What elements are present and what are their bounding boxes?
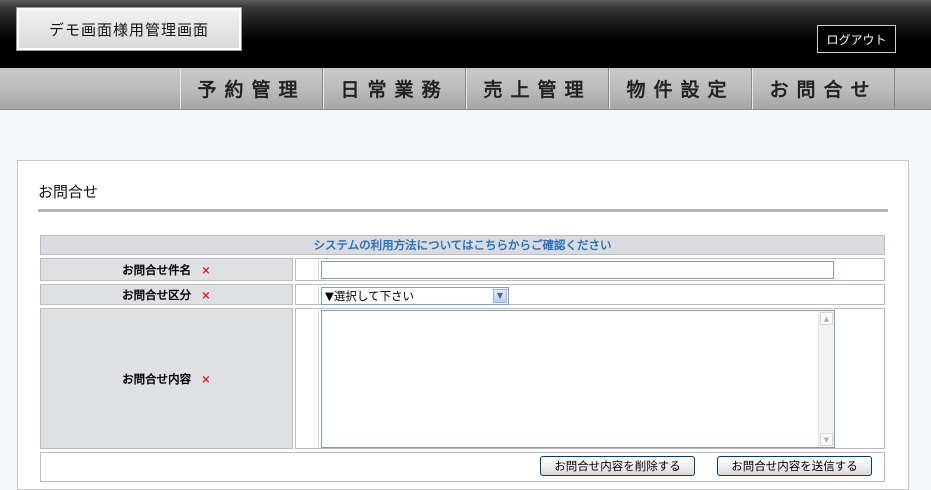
scroll-up-icon[interactable]: ▲ [820, 312, 833, 325]
category-label-cell: お問合せ区分 × [40, 284, 293, 305]
main-nav: 予約管理 日常業務 売上管理 物件設定 お問合せ [0, 68, 931, 110]
title-divider [38, 209, 888, 212]
inquiry-panel: お問合せ システムの利用方法についてはこちらからご確認ください お問合せ件名 ×… [17, 160, 909, 490]
category-select[interactable]: ▼選択して下さい ▼ [321, 287, 509, 305]
category-label: お問合せ区分 [122, 287, 192, 302]
content-label: お問合せ内容 [122, 371, 192, 386]
app-title: デモ画面様用管理画面 [16, 7, 242, 51]
help-link[interactable]: システムの利用方法についてはこちらからご確認ください [313, 237, 611, 253]
delete-inquiry-button[interactable]: お問合せ内容を削除する [540, 456, 695, 476]
nav-item-inquiry[interactable]: お問合せ [752, 68, 895, 109]
subject-value-cell [295, 258, 885, 281]
cell-divider [318, 309, 319, 448]
content-value-cell: ▲ ▼ [295, 308, 885, 449]
content-label-cell: お問合せ内容 × [40, 308, 293, 449]
chevron-down-icon[interactable]: ▼ [493, 289, 507, 303]
scroll-down-icon[interactable]: ▼ [820, 433, 833, 446]
logout-button[interactable]: ログアウト [817, 25, 896, 53]
textarea-scrollbar[interactable]: ▲ ▼ [818, 311, 834, 447]
nav-item-reservation-management[interactable]: 予約管理 [180, 68, 323, 109]
cell-divider [318, 259, 319, 280]
help-row: システムの利用方法についてはこちらからご確認ください [40, 235, 885, 255]
nav-item-daily-operations[interactable]: 日常業務 [323, 68, 466, 109]
subject-input[interactable] [321, 261, 834, 279]
required-mark: × [201, 371, 211, 386]
nav-item-sales-management[interactable]: 売上管理 [466, 68, 609, 109]
header-bar: デモ画面様用管理画面 ログアウト [0, 0, 931, 68]
required-mark: × [201, 287, 211, 302]
page-title: お問合せ [38, 183, 99, 201]
submit-inquiry-button[interactable]: お問合せ内容を送信する [717, 456, 872, 476]
subject-label-cell: お問合せ件名 × [40, 258, 293, 281]
subject-label: お問合せ件名 [122, 262, 192, 277]
category-selected-value: ▼選択して下さい [325, 289, 414, 303]
cell-divider [318, 285, 319, 304]
nav-item-property-settings[interactable]: 物件設定 [609, 68, 752, 109]
category-value-cell: ▼選択して下さい ▼ [295, 284, 885, 305]
required-mark: × [201, 262, 211, 277]
content-textarea[interactable]: ▲ ▼ [321, 310, 835, 448]
